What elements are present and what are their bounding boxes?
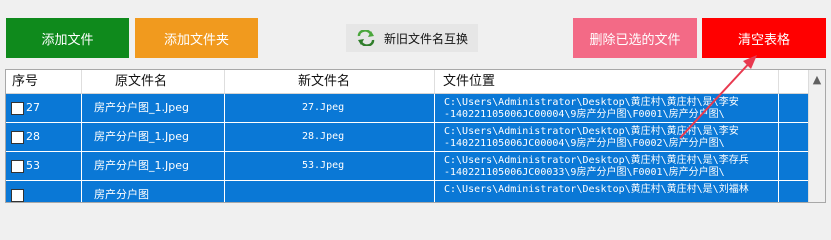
extra-cell	[779, 181, 810, 202]
extra-cell	[779, 152, 810, 180]
header-index[interactable]: 序号	[6, 70, 82, 93]
new-name-cell: 53.Jpeg	[225, 152, 435, 180]
index-cell: 53	[6, 152, 82, 180]
original-name-cell: 房产分户图_1.Jpeg	[82, 94, 225, 122]
table-header: 序号 原文件名 新文件名 文件位置	[6, 70, 808, 94]
new-name-cell: 27.Jpeg	[225, 94, 435, 122]
file-location-cell: C:\Users\Administrator\Desktop\黄庄村\黄庄村\是…	[435, 94, 779, 122]
index-cell	[6, 181, 82, 202]
extra-cell	[779, 123, 810, 151]
original-name-cell: 房产分户图_1.Jpeg	[82, 152, 225, 180]
row-checkbox[interactable]	[11, 131, 24, 144]
row-checkbox[interactable]	[11, 160, 24, 173]
path-line: C:\Users\Administrator\Desktop\黄庄村\黄庄村\是…	[444, 184, 749, 195]
add-file-button[interactable]: 添加文件	[6, 18, 129, 58]
path-line: -140221105006JC00004\9房产分户图\F0002\房产分户图\	[444, 138, 725, 149]
extra-cell	[779, 94, 810, 122]
table-row[interactable]: 房产分户图 C:\Users\Administrator\Desktop\黄庄村…	[6, 181, 810, 202]
path-line: C:\Users\Administrator\Desktop\黄庄村\黄庄村\是…	[444, 155, 749, 166]
path-line: C:\Users\Administrator\Desktop\黄庄村\黄庄村\是…	[444, 97, 739, 108]
swap-arrows-icon	[356, 29, 376, 47]
index-cell: 27	[6, 94, 82, 122]
vertical-scrollbar[interactable]: ▲	[808, 70, 825, 202]
row-index: 53	[26, 159, 40, 172]
file-location-cell: C:\Users\Administrator\Desktop\黄庄村\黄庄村\是…	[435, 181, 779, 202]
file-location-cell: C:\Users\Administrator\Desktop\黄庄村\黄庄村\是…	[435, 123, 779, 151]
header-original-name[interactable]: 原文件名	[82, 70, 225, 93]
swap-names-label: 新旧文件名互换	[383, 31, 468, 46]
path-line: -140221105006JC00033\9房产分户图\F0001\房产分户图\	[444, 167, 725, 178]
row-checkbox[interactable]	[11, 189, 24, 202]
new-name-cell	[225, 181, 435, 202]
table-row[interactable]: 28 房产分户图_1.Jpeg 28.Jpeg C:\Users\Adminis…	[6, 123, 810, 152]
header-file-location[interactable]: 文件位置	[435, 70, 779, 93]
new-name-cell: 28.Jpeg	[225, 123, 435, 151]
original-name-cell: 房产分户图_1.Jpeg	[82, 123, 225, 151]
row-checkbox[interactable]	[11, 102, 24, 115]
row-index: 28	[26, 130, 40, 143]
original-name-cell: 房产分户图	[82, 181, 225, 202]
index-cell: 28	[6, 123, 82, 151]
header-new-name[interactable]: 新文件名	[225, 70, 435, 93]
swap-names-button[interactable]: 新旧文件名互换	[346, 24, 478, 52]
row-index: 27	[26, 101, 40, 114]
table-row[interactable]: 53 房产分户图_1.Jpeg 53.Jpeg C:\Users\Adminis…	[6, 152, 810, 181]
clear-table-button[interactable]: 清空表格	[702, 18, 826, 58]
file-location-cell: C:\Users\Administrator\Desktop\黄庄村\黄庄村\是…	[435, 152, 779, 180]
table-row[interactable]: 27 房产分户图_1.Jpeg 27.Jpeg C:\Users\Adminis…	[6, 94, 810, 123]
delete-selected-button[interactable]: 删除已选的文件	[573, 18, 697, 58]
path-line: -140221105006JC00004\9房产分户图\F0001\房产分户图\	[444, 109, 725, 120]
file-table[interactable]: 序号 原文件名 新文件名 文件位置 27 房产分户图_1.Jpeg 27.Jpe…	[5, 69, 826, 203]
path-line: C:\Users\Administrator\Desktop\黄庄村\黄庄村\是…	[444, 126, 739, 137]
chevron-up-icon[interactable]: ▲	[809, 72, 825, 88]
add-folder-button[interactable]: 添加文件夹	[135, 18, 258, 58]
